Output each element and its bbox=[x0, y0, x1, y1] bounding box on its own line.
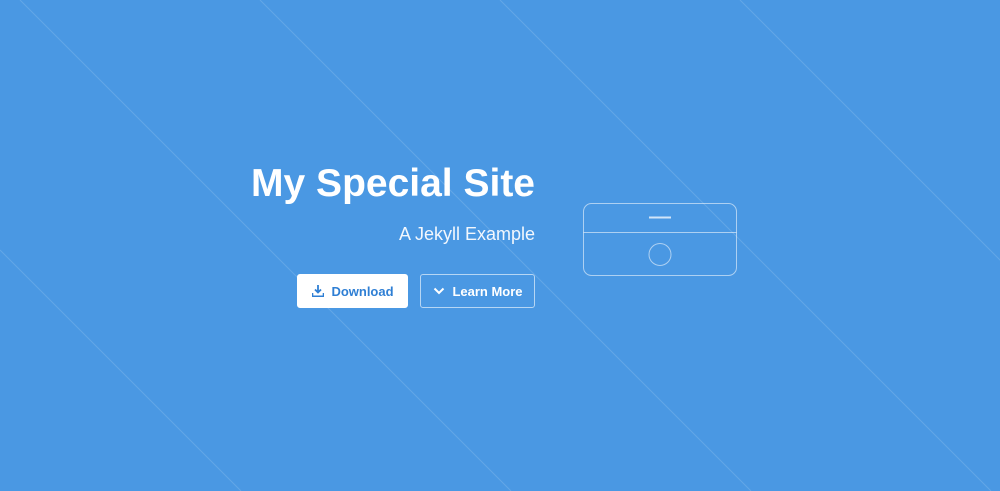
learn-more-button[interactable]: Learn More bbox=[420, 274, 535, 308]
download-button[interactable]: Download bbox=[297, 274, 408, 308]
hero-buttons: Download Learn More bbox=[297, 274, 535, 308]
hero-section: My Special Site A Jekyll Example Downloa… bbox=[0, 0, 1000, 491]
device-outline-icon bbox=[583, 203, 737, 276]
hero-text-block: My Special Site A Jekyll Example bbox=[251, 160, 535, 245]
download-button-label: Download bbox=[331, 283, 394, 299]
chevron-down-icon bbox=[432, 284, 446, 298]
site-title: My Special Site bbox=[251, 162, 535, 205]
site-subtitle: A Jekyll Example bbox=[398, 224, 535, 244]
background-diagonal-lines bbox=[0, 0, 1000, 491]
learn-more-button-label: Learn More bbox=[452, 283, 523, 299]
download-icon bbox=[311, 284, 325, 298]
